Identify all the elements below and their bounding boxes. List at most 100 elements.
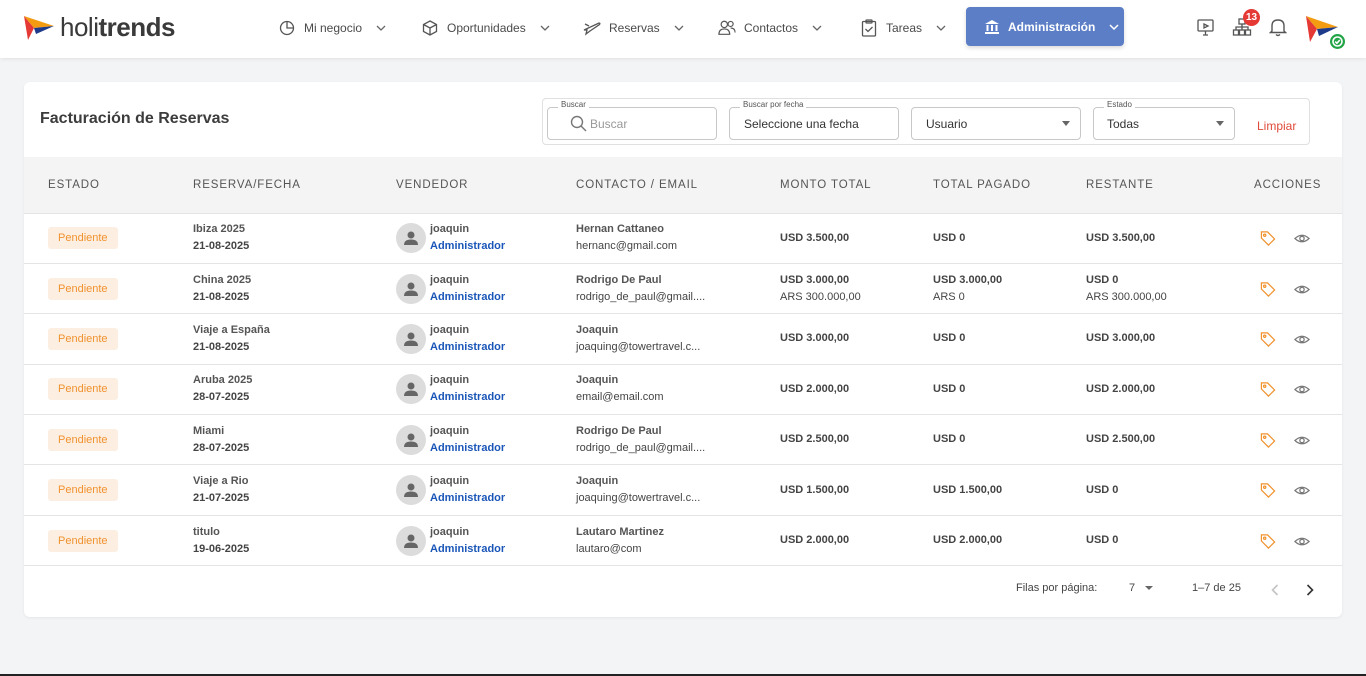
nav-contactos[interactable]: Contactos — [718, 13, 822, 43]
cube-icon — [421, 19, 439, 37]
table-row[interactable]: Pendiente Ibiza 2025 21-08-2025 joaquin Admi… — [24, 213, 1342, 264]
reserva-name[interactable]: Viaje a Rio — [193, 473, 396, 490]
search-input[interactable]: Buscar — [590, 117, 627, 131]
reserva-name[interactable]: China 2025 — [193, 272, 396, 289]
cell-reserva: titulo 19-06-2025 — [193, 515, 396, 565]
restante-value: USD 3.000,00 — [1086, 332, 1156, 345]
holitrends-logo[interactable]: holitrends — [24, 12, 175, 42]
nav-administracion[interactable]: Administración — [966, 7, 1124, 46]
chevron-left-icon — [1271, 584, 1279, 596]
contact-name: Joaquin — [576, 323, 619, 336]
cell-pagado: USD 0 — [933, 314, 1086, 364]
reserva-name[interactable]: Viaje a España — [193, 322, 396, 339]
tag-icon[interactable] — [1260, 533, 1276, 549]
brand-name: holitrends — [60, 14, 175, 40]
col-header-estado[interactable]: ESTADO — [24, 157, 193, 213]
nav-reservas[interactable]: Reservas — [583, 13, 684, 43]
col-header-monto[interactable]: MONTO TOTAL — [780, 157, 933, 213]
table-row[interactable]: Pendiente Viaje a Rio 21-07-2025 joaquin Adm… — [24, 465, 1342, 516]
eye-icon[interactable] — [1294, 281, 1310, 297]
cell-contacto: Hernan Cattaneo hernanc@gmail.com — [576, 213, 780, 263]
reserva-name[interactable]: titulo — [193, 524, 396, 541]
monto-value: USD 3.000,00 — [780, 273, 850, 286]
eye-icon[interactable] — [1294, 482, 1310, 498]
notification-count-badge: 13 — [1243, 9, 1260, 26]
cell-reserva: Viaje a Rio 21-07-2025 — [193, 465, 396, 515]
cell-acciones — [1254, 314, 1342, 364]
eye-icon[interactable] — [1294, 230, 1310, 246]
tag-icon[interactable] — [1260, 432, 1276, 448]
user-icon — [404, 231, 418, 246]
date-filter-field[interactable]: Buscar por fecha Seleccione una fecha — [729, 100, 899, 140]
vendor-role: Administrador — [430, 441, 506, 454]
cell-vendedor: joaquin Administrador — [396, 263, 576, 313]
nav-label: Mi negocio — [304, 21, 363, 35]
table-header-row: ESTADO RESERVA/FECHA VENDEDOR CONTACTO /… — [24, 157, 1342, 213]
col-header-vendedor[interactable]: VENDEDOR — [396, 157, 576, 213]
table-row[interactable]: Pendiente China 2025 21-08-2025 joaquin Admi… — [24, 263, 1342, 314]
table-row[interactable]: Pendiente Viaje a España 21-08-2025 joaquin… — [24, 314, 1342, 365]
table-row[interactable]: Pendiente Miami 28-07-2025 joaquin Administr… — [24, 415, 1342, 465]
reserva-date: 21-08-2025 — [193, 240, 250, 253]
caret-down-icon — [1145, 586, 1154, 590]
avatar — [396, 475, 426, 506]
table-row[interactable]: Pendiente Aruba 2025 28-07-2025 joaquin Admi… — [24, 364, 1342, 415]
user-select-value: Usuario — [926, 116, 968, 131]
avatar — [396, 424, 426, 455]
cell-monto: USD 2.000,00 — [780, 364, 933, 414]
user-select[interactable]: Usuario — [911, 107, 1081, 140]
eye-icon[interactable] — [1294, 331, 1310, 347]
cell-estado: Pendiente — [24, 415, 193, 465]
tag-icon[interactable] — [1260, 482, 1276, 499]
nav-label: Administración — [1008, 19, 1096, 34]
col-header-contacto[interactable]: CONTACTO / EMAIL — [576, 157, 780, 213]
bell-icon[interactable] — [1268, 16, 1288, 38]
eye-icon[interactable] — [1294, 381, 1310, 397]
nav-oportunidades[interactable]: Oportunidades — [421, 13, 550, 43]
avatar — [396, 273, 426, 304]
rows-per-page-select[interactable]: 7 — [1129, 582, 1154, 594]
reserva-name[interactable]: Ibiza 2025 — [193, 221, 396, 238]
clear-filters-button[interactable]: Limpiar — [1257, 119, 1296, 133]
cell-reserva: Ibiza 2025 21-08-2025 — [193, 213, 396, 263]
user-icon — [404, 433, 418, 447]
next-page-button[interactable] — [1302, 582, 1318, 598]
cell-contacto: Rodrigo De Paul rodrigo_de_paul@gmail.... — [576, 263, 780, 313]
cell-acciones — [1254, 263, 1342, 313]
chevron-down-icon — [812, 23, 822, 33]
col-header-pagado[interactable]: TOTAL PAGADO — [933, 157, 1086, 213]
monto-value: USD 3.000,00 — [780, 332, 850, 345]
tag-icon[interactable] — [1260, 230, 1276, 247]
tag-icon[interactable] — [1260, 331, 1276, 347]
status-select[interactable]: Estado Todas — [1093, 100, 1235, 140]
col-header-restante[interactable]: RESTANTE — [1086, 157, 1254, 213]
col-header-reserva[interactable]: RESERVA/FECHA — [193, 157, 396, 213]
vendor-name: joaquin — [430, 424, 470, 437]
pie-chart-icon — [278, 19, 296, 37]
search-field[interactable]: Buscar Buscar — [547, 100, 717, 140]
cell-reserva: Viaje a España 21-08-2025 — [193, 314, 396, 364]
vendor-role: Administrador — [430, 492, 506, 505]
contact-email: email@email.com — [576, 391, 664, 404]
cell-contacto: Joaquin joaquing@towertravel.c... — [576, 314, 780, 364]
clipboard-check-icon — [860, 19, 878, 37]
vendor-name: joaquin — [430, 374, 470, 387]
nav-tareas[interactable]: Tareas — [860, 13, 946, 43]
status-select-value: Todas — [1107, 116, 1140, 131]
cell-acciones — [1254, 415, 1342, 465]
cell-monto: USD 2.000,00 — [780, 515, 933, 565]
tag-icon[interactable] — [1260, 281, 1276, 297]
tag-icon[interactable] — [1260, 381, 1276, 398]
reserva-name[interactable]: Miami — [193, 423, 396, 440]
previous-page-button[interactable] — [1267, 582, 1283, 598]
screen-share-icon[interactable] — [1196, 16, 1216, 38]
nav-mi-negocio[interactable]: Mi negocio — [278, 13, 386, 43]
reserva-date: 21-08-2025 — [193, 340, 250, 353]
reserva-name[interactable]: Aruba 2025 — [193, 372, 396, 389]
cell-pagado: USD 1.500,00 — [933, 465, 1086, 515]
search-icon — [570, 115, 587, 132]
table-row[interactable]: Pendiente titulo 19-06-2025 joaquin Administ… — [24, 515, 1342, 566]
eye-icon[interactable] — [1294, 432, 1310, 448]
vendor-role: Administrador — [430, 391, 506, 404]
eye-icon[interactable] — [1294, 533, 1310, 549]
